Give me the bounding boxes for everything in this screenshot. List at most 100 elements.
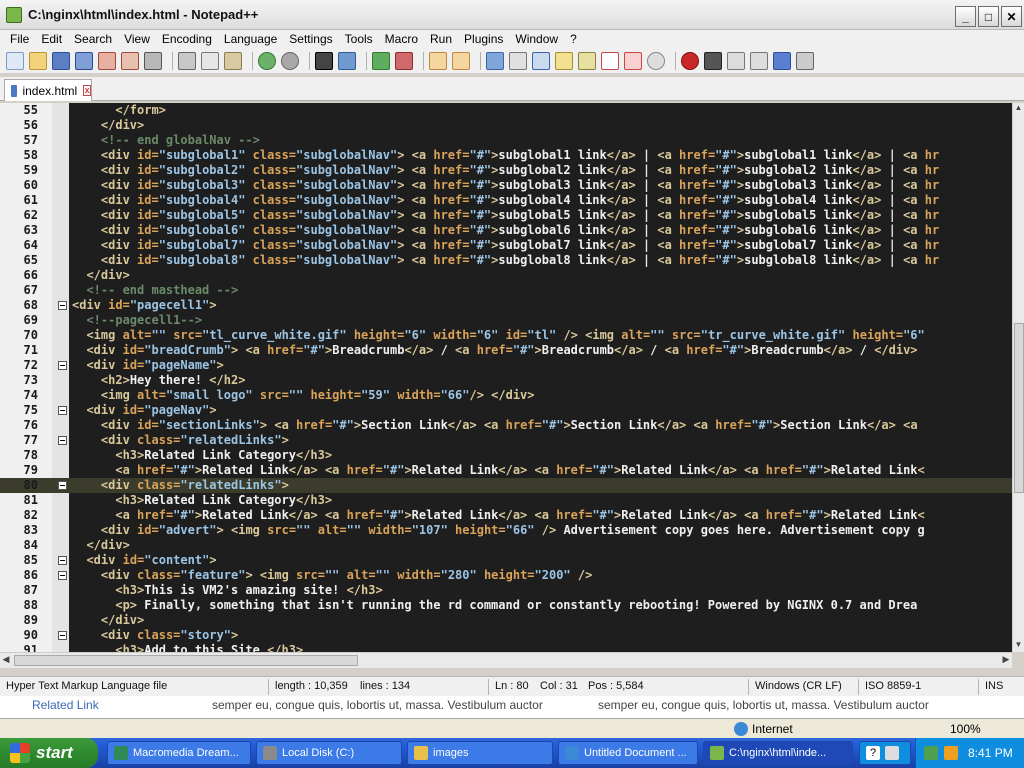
close-all-icon[interactable] — [121, 51, 139, 70]
open-file-icon[interactable] — [29, 51, 47, 70]
fold-toggle-icon[interactable] — [58, 556, 67, 565]
scroll-left-icon[interactable]: ◀ — [0, 654, 12, 665]
scroll-down-icon[interactable]: ▼ — [1013, 640, 1024, 652]
menu-encoding[interactable]: Encoding — [156, 32, 218, 46]
fold-toggle-icon[interactable] — [58, 481, 67, 490]
fold-toggle-icon[interactable] — [58, 361, 67, 370]
start-button[interactable]: start — [0, 738, 98, 768]
code-line[interactable]: 57 <!-- end globalNav --> — [0, 133, 1012, 148]
replace-icon[interactable] — [338, 51, 356, 70]
zoom-out-icon[interactable] — [395, 51, 413, 70]
code-line[interactable]: 86 <div class="feature"> <img src="" alt… — [0, 568, 1012, 583]
fold-toggle-icon[interactable] — [58, 631, 67, 640]
task-notepadpp[interactable]: C:\nginx\html\inde... — [703, 741, 853, 765]
menu-window[interactable]: Window — [509, 32, 564, 46]
code-line[interactable]: 66 </div> — [0, 268, 1012, 283]
redo-icon[interactable] — [281, 51, 299, 70]
word-wrap-icon[interactable] — [486, 51, 504, 70]
code-line[interactable]: 75 <div id="pageNav"> — [0, 403, 1012, 418]
save-icon[interactable] — [52, 51, 70, 70]
new-file-icon[interactable] — [6, 51, 24, 70]
network-icon[interactable] — [924, 746, 938, 760]
code-line[interactable]: 68 <div id="pagecell1"> — [0, 298, 1012, 313]
horizontal-scroll-thumb[interactable] — [14, 655, 358, 666]
fold-toggle-icon[interactable] — [58, 436, 67, 445]
code-line[interactable]: 74 <img alt="small logo" src="" height="… — [0, 388, 1012, 403]
code-line[interactable]: 80 <div class="relatedLinks"> — [0, 478, 1012, 493]
document-map-icon[interactable] — [601, 51, 619, 70]
code-line[interactable]: 64 <div id="subglobal7" class="subglobal… — [0, 238, 1012, 253]
task-images-folder[interactable]: images — [407, 741, 553, 765]
task-untitled-document[interactable]: Untitled Document ... — [558, 741, 698, 765]
code-line[interactable]: 61 <div id="subglobal4" class="subglobal… — [0, 193, 1012, 208]
monitoring-icon[interactable] — [647, 51, 665, 70]
menu-settings[interactable]: Settings — [283, 32, 338, 46]
code-line[interactable]: 60 <div id="subglobal3" class="subglobal… — [0, 178, 1012, 193]
record-macro-icon[interactable] — [681, 51, 699, 70]
monitor-icon[interactable] — [885, 746, 899, 760]
code-line[interactable]: 89 </div> — [0, 613, 1012, 628]
close-tab-icon[interactable]: x — [83, 85, 91, 96]
zoom-in-icon[interactable] — [372, 51, 390, 70]
tab-index-html[interactable]: index.html x — [4, 79, 92, 101]
code-line[interactable]: 62 <div id="subglobal5" class="subglobal… — [0, 208, 1012, 223]
code-line[interactable]: 81 <h3>Related Link Category</h3> — [0, 493, 1012, 508]
scroll-up-icon[interactable]: ▲ — [1013, 103, 1024, 115]
fold-toggle-icon[interactable] — [58, 406, 67, 415]
stop-macro-icon[interactable] — [704, 51, 722, 70]
fold-toggle-icon[interactable] — [58, 301, 67, 310]
task-dreamweaver[interactable]: Macromedia Dream... — [107, 741, 251, 765]
code-line[interactable]: 83 <div id="advert"> <img src="" alt="" … — [0, 523, 1012, 538]
copy-icon[interactable] — [201, 51, 219, 70]
cut-icon[interactable] — [178, 51, 196, 70]
vertical-scroll-thumb[interactable] — [1014, 323, 1024, 493]
scroll-right-icon[interactable]: ▶ — [1000, 654, 1012, 665]
code-line[interactable]: 77 <div class="relatedLinks"> — [0, 433, 1012, 448]
menu-run[interactable]: Run — [424, 32, 458, 46]
sync-vertical-icon[interactable] — [429, 51, 447, 70]
close-file-icon[interactable] — [98, 51, 116, 70]
code-line[interactable]: 63 <div id="subglobal6" class="subglobal… — [0, 223, 1012, 238]
code-line[interactable]: 56 </div> — [0, 118, 1012, 133]
code-line[interactable]: 58 <div id="subglobal1" class="subglobal… — [0, 148, 1012, 163]
code-line[interactable]: 67 <!-- end masthead --> — [0, 283, 1012, 298]
code-line[interactable]: 55 </form> — [0, 103, 1012, 118]
function-list-icon[interactable] — [578, 51, 596, 70]
vertical-scrollbar[interactable]: ▲ ▼ — [1012, 103, 1024, 652]
code-line[interactable]: 82 <a href="#">Related Link</a> <a href=… — [0, 508, 1012, 523]
code-line[interactable]: 91 <h3>Add to this Site </h3> — [0, 643, 1012, 652]
menu-plugins[interactable]: Plugins — [458, 32, 509, 46]
code-editor[interactable]: 55 </form> 56 </div> 57 <!-- end globalNav… — [0, 103, 1012, 652]
zoom-level[interactable]: 100% — [950, 722, 981, 736]
menu-macro[interactable]: Macro — [379, 32, 424, 46]
search-tray-icon[interactable] — [944, 746, 958, 760]
menu-help[interactable]: ? — [564, 32, 583, 46]
code-line[interactable]: 59 <div id="subglobal2" class="subglobal… — [0, 163, 1012, 178]
play-multiple-macro-icon[interactable] — [750, 51, 768, 70]
user-language-icon[interactable] — [555, 51, 573, 70]
code-line[interactable]: 88 <p> Finally, something that isn't run… — [0, 598, 1012, 613]
code-line[interactable]: 76 <div id="sectionLinks"> <a href="#">S… — [0, 418, 1012, 433]
fold-toggle-icon[interactable] — [58, 571, 67, 580]
undo-icon[interactable] — [258, 51, 276, 70]
paste-icon[interactable] — [224, 51, 242, 70]
play-macro-icon[interactable] — [727, 51, 745, 70]
print-icon[interactable] — [144, 51, 162, 70]
horizontal-scrollbar[interactable]: ◀ ▶ — [0, 652, 1012, 668]
maximize-button[interactable]: □ — [978, 6, 999, 27]
code-line[interactable]: 90 <div class="story"> — [0, 628, 1012, 643]
code-line[interactable]: 71 <div id="breadCrumb"> <a href="#">Bre… — [0, 343, 1012, 358]
menu-language[interactable]: Language — [218, 32, 283, 46]
find-icon[interactable] — [315, 51, 333, 70]
code-line[interactable]: 84 </div> — [0, 538, 1012, 553]
code-line[interactable]: 87 <h3>This is VM2's amazing site! </h3> — [0, 583, 1012, 598]
code-line[interactable]: 85 <div id="content"> — [0, 553, 1012, 568]
menu-edit[interactable]: Edit — [35, 32, 68, 46]
code-line[interactable]: 65 <div id="subglobal8" class="subglobal… — [0, 253, 1012, 268]
code-line[interactable]: 79 <a href="#">Related Link</a> <a href=… — [0, 463, 1012, 478]
close-button[interactable]: ✕ — [1001, 6, 1022, 27]
code-line[interactable]: 73 <h2>Hey there! </h2> — [0, 373, 1012, 388]
save-all-icon[interactable] — [75, 51, 93, 70]
menu-view[interactable]: View — [118, 32, 156, 46]
code-line[interactable]: 70 <img alt="" src="tl_curve_white.gif" … — [0, 328, 1012, 343]
